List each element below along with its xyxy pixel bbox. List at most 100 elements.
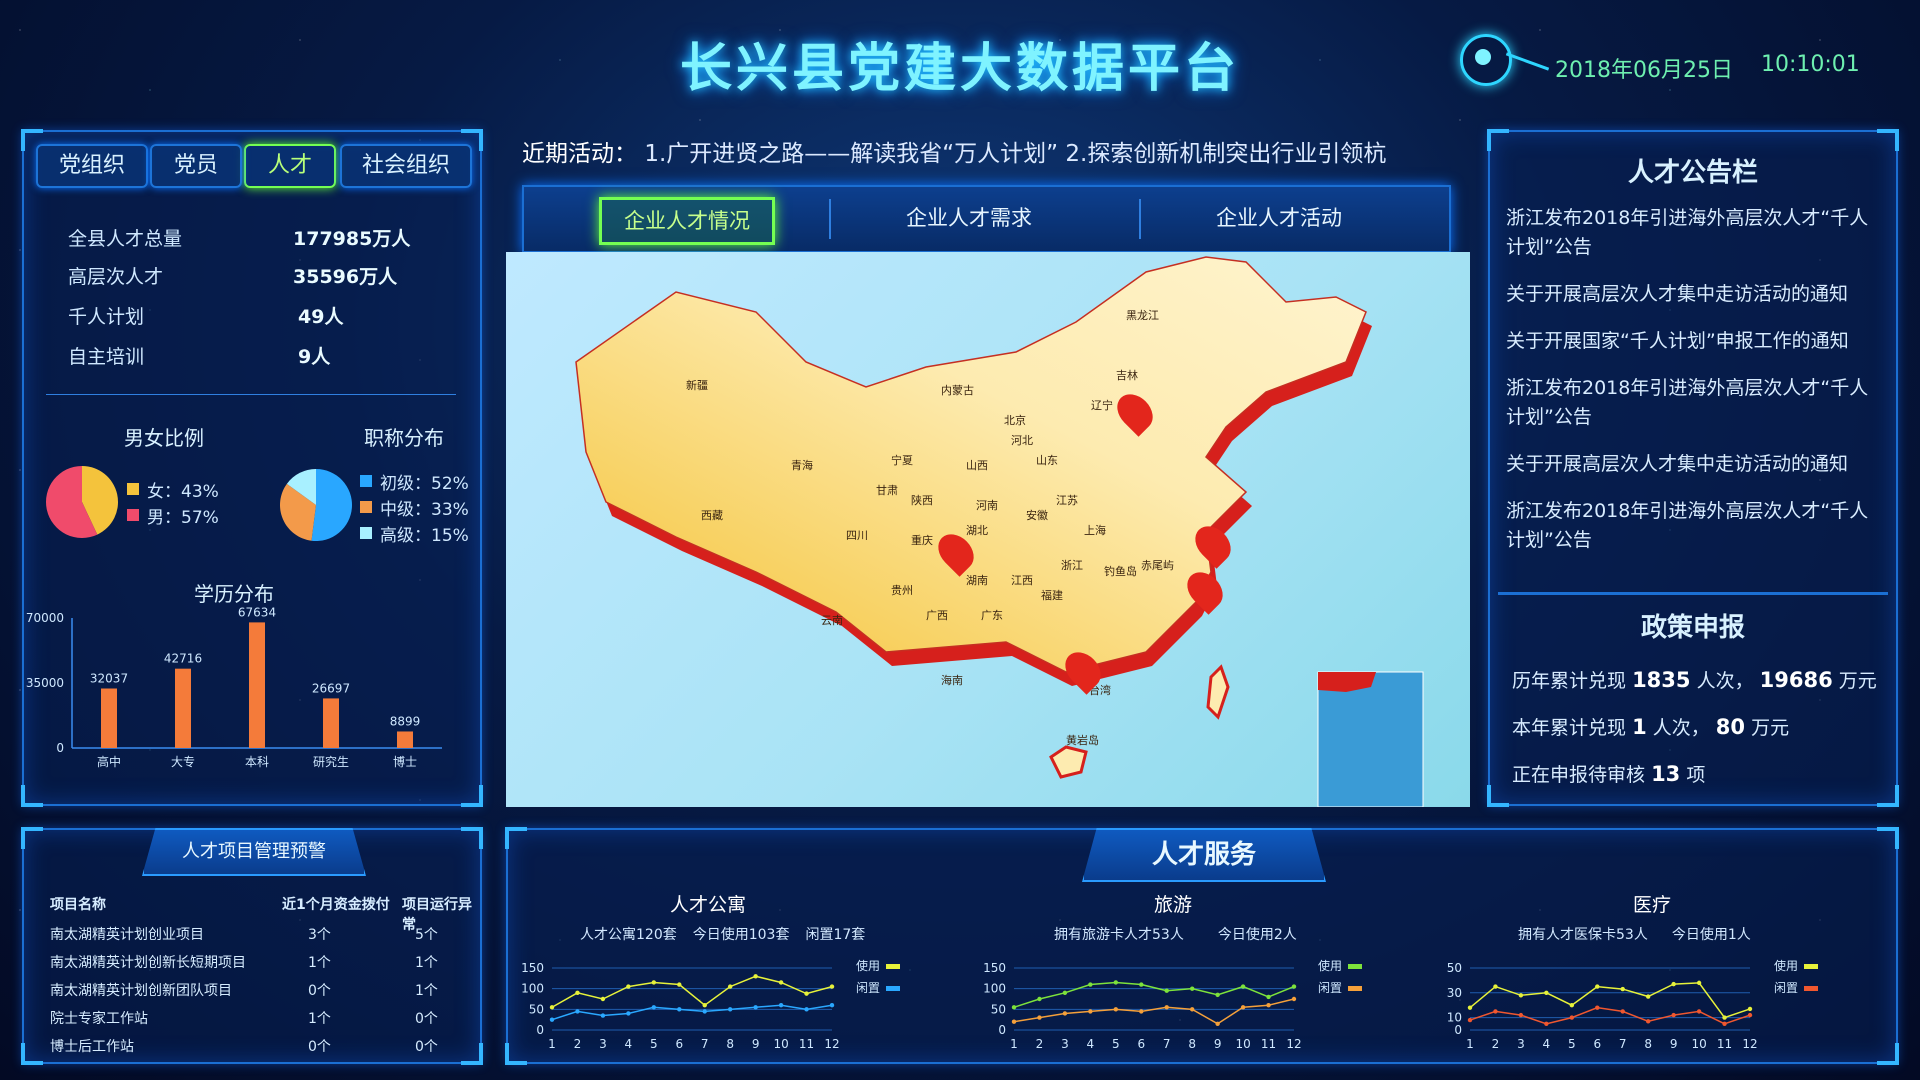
- data-point[interactable]: [1062, 990, 1068, 995]
- map-label-province[interactable]: 四川: [846, 527, 868, 543]
- data-point[interactable]: [753, 974, 758, 979]
- data-point[interactable]: [549, 1005, 555, 1010]
- data-point[interactable]: [677, 982, 682, 987]
- data-point[interactable]: [1215, 1021, 1220, 1026]
- map-label-province[interactable]: 甘肃: [876, 482, 898, 498]
- table-row[interactable]: 博士后工作站 0个 0个: [50, 1036, 480, 1060]
- map-label-province[interactable]: 陕西: [911, 492, 933, 508]
- map-label-province[interactable]: 福建: [1041, 587, 1063, 603]
- map-label-province[interactable]: 河南: [976, 497, 998, 513]
- map-label-province[interactable]: 重庆: [911, 532, 933, 548]
- map-label-province[interactable]: 黄岩岛: [1066, 732, 1099, 748]
- data-point[interactable]: [829, 984, 835, 989]
- data-point[interactable]: [1139, 1009, 1144, 1014]
- table-row[interactable]: 院士专家工作站 1个 0个: [50, 1008, 480, 1032]
- data-point[interactable]: [829, 1003, 835, 1008]
- map-label-province[interactable]: 江西: [1011, 572, 1033, 588]
- map-label-province[interactable]: 新疆: [686, 377, 708, 393]
- data-point[interactable]: [600, 996, 606, 1002]
- data-point[interactable]: [1266, 1003, 1271, 1008]
- map-label-province[interactable]: 海南: [941, 672, 963, 688]
- table-row[interactable]: 南太湖精英计划创新长短期项目 1个 1个: [50, 952, 480, 976]
- data-point[interactable]: [1240, 1005, 1246, 1010]
- map-label-province[interactable]: 山东: [1036, 452, 1058, 468]
- data-point[interactable]: [1518, 1012, 1524, 1018]
- data-point[interactable]: [804, 1007, 809, 1012]
- data-point[interactable]: [1722, 1021, 1727, 1026]
- data-point[interactable]: [1113, 980, 1119, 985]
- map-label-province[interactable]: 贵州: [891, 582, 913, 598]
- data-point[interactable]: [1493, 1009, 1498, 1014]
- data-point[interactable]: [575, 990, 580, 995]
- tab-social-org[interactable]: 社会组织: [340, 144, 472, 188]
- notice-item[interactable]: 浙江发布2018年引进海外高层次人才“千人计划”公告: [1506, 374, 1880, 432]
- map-label-province[interactable]: 江苏: [1056, 492, 1078, 508]
- data-point[interactable]: [1747, 1006, 1753, 1012]
- map-label-province[interactable]: 内蒙古: [941, 382, 974, 398]
- data-point[interactable]: [600, 1013, 606, 1018]
- data-point[interactable]: [1595, 984, 1600, 989]
- tab-party-org[interactable]: 党组织: [36, 144, 148, 188]
- map-label-province[interactable]: 青海: [791, 457, 813, 473]
- data-point[interactable]: [1088, 982, 1093, 987]
- data-point[interactable]: [1189, 986, 1195, 991]
- notice-item[interactable]: 关于开展国家“千人计划”申报工作的通知: [1506, 327, 1880, 356]
- data-point[interactable]: [727, 1007, 733, 1012]
- data-point[interactable]: [1240, 984, 1246, 989]
- data-point[interactable]: [575, 1009, 580, 1014]
- map-label-province[interactable]: 钓鱼岛: [1104, 563, 1137, 579]
- data-point[interactable]: [1011, 1019, 1017, 1024]
- data-point[interactable]: [1696, 1009, 1702, 1014]
- data-point[interactable]: [702, 1003, 707, 1008]
- bar[interactable]: [101, 688, 117, 748]
- data-point[interactable]: [1493, 984, 1498, 989]
- tab-enterprise-activity[interactable]: 企业人才活动: [1174, 197, 1384, 239]
- map-label-province[interactable]: 黑龙江: [1126, 307, 1159, 323]
- tab-enterprise-talent[interactable]: 企业人才情况: [599, 197, 775, 245]
- map-label-province[interactable]: 赤尾屿: [1141, 557, 1174, 573]
- map-label-province[interactable]: 广东: [981, 607, 1003, 623]
- data-point[interactable]: [677, 1007, 682, 1012]
- notice-item[interactable]: 浙江发布2018年引进海外高层次人才“千人计划”公告: [1506, 497, 1880, 555]
- map-label-province[interactable]: 吉林: [1116, 367, 1138, 383]
- map-label-province[interactable]: 湖北: [966, 522, 988, 538]
- notice-item[interactable]: 浙江发布2018年引进海外高层次人才“千人计划”公告: [1506, 204, 1880, 262]
- china-map[interactable]: 黑龙江 吉林 辽宁 内蒙古 新疆 青海 西藏 甘肃 宁夏 陕西 山西 河北 山东 河南 江苏 安徽 湖北 四川 重庆…: [506, 252, 1470, 807]
- bar[interactable]: [323, 698, 339, 748]
- data-point[interactable]: [1696, 980, 1702, 986]
- bar[interactable]: [175, 668, 191, 748]
- map-label-province[interactable]: 宁夏: [891, 452, 913, 468]
- data-point[interactable]: [1011, 1005, 1017, 1010]
- map-label-province[interactable]: 浙江: [1061, 557, 1083, 573]
- map-label-province[interactable]: 广西: [926, 607, 948, 623]
- data-point[interactable]: [1620, 1009, 1625, 1014]
- data-point[interactable]: [1062, 1011, 1068, 1016]
- data-point[interactable]: [1747, 1012, 1753, 1018]
- data-point[interactable]: [1164, 1005, 1169, 1010]
- data-point[interactable]: [1088, 1009, 1093, 1014]
- bar[interactable]: [249, 622, 265, 748]
- map-label-province[interactable]: 安徽: [1026, 507, 1048, 523]
- data-point[interactable]: [1189, 1007, 1195, 1012]
- table-row[interactable]: 南太湖精英计划创业项目 3个 5个: [50, 924, 480, 948]
- map-label-province[interactable]: 北京: [1004, 412, 1026, 428]
- map-label-province[interactable]: 河北: [1011, 432, 1033, 448]
- data-point[interactable]: [1164, 988, 1169, 993]
- data-point[interactable]: [1291, 996, 1297, 1002]
- data-point[interactable]: [1266, 994, 1271, 1000]
- data-point[interactable]: [1467, 1005, 1473, 1010]
- data-point[interactable]: [778, 980, 784, 985]
- data-point[interactable]: [727, 984, 733, 989]
- data-point[interactable]: [1620, 986, 1625, 992]
- data-point[interactable]: [702, 1009, 707, 1014]
- data-point[interactable]: [1671, 1012, 1676, 1018]
- table-row[interactable]: 南太湖精英计划创新团队项目 0个 1个: [50, 980, 480, 1004]
- map-label-province[interactable]: 辽宁: [1091, 397, 1113, 413]
- tab-talent[interactable]: 人才: [244, 144, 336, 188]
- data-point[interactable]: [753, 1005, 758, 1010]
- map-label-province[interactable]: 湖南: [966, 572, 988, 588]
- data-point[interactable]: [1139, 982, 1144, 987]
- data-point[interactable]: [1671, 981, 1676, 987]
- data-point[interactable]: [1215, 992, 1220, 998]
- notice-item[interactable]: 关于开展高层次人才集中走访活动的通知: [1506, 280, 1880, 309]
